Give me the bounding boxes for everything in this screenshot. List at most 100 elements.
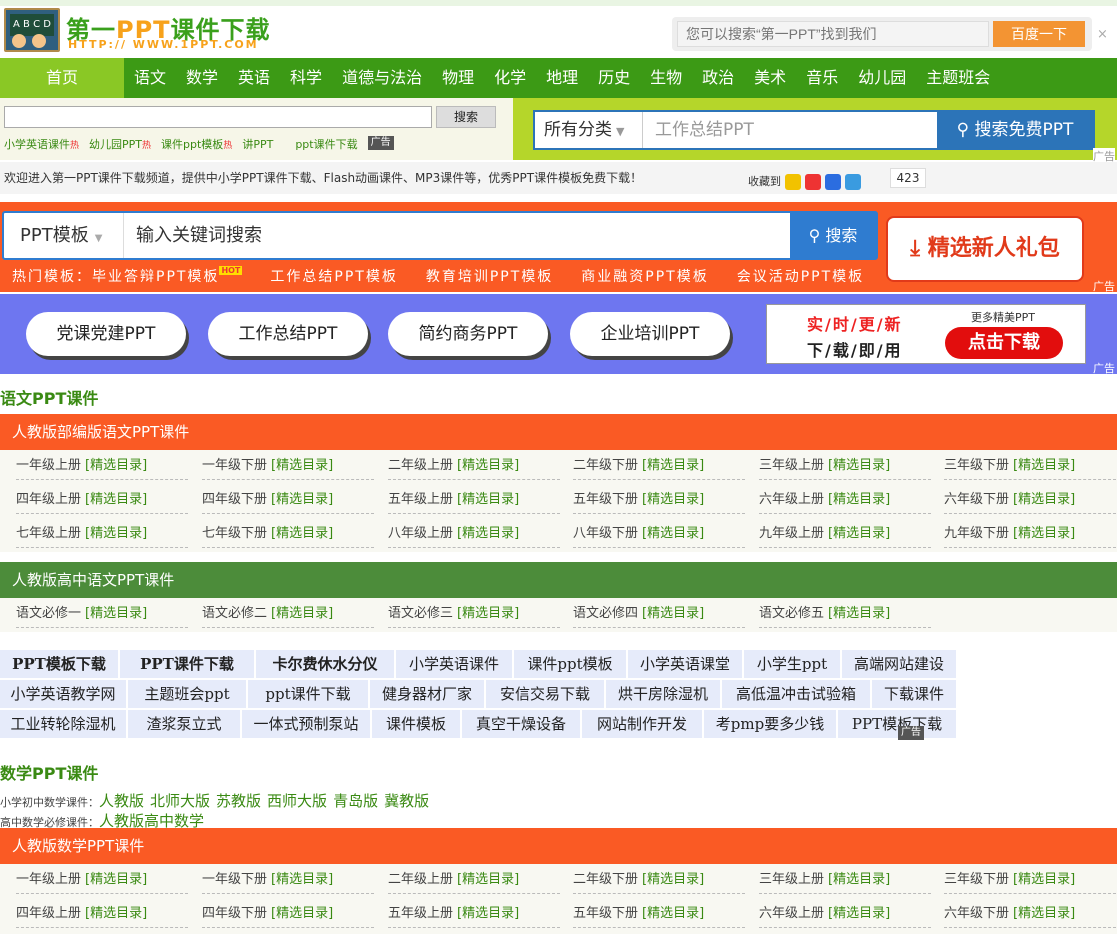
catalog-link[interactable]: [精选目录]: [828, 458, 890, 473]
hot-link[interactable]: 幼儿园PPT热: [89, 136, 151, 152]
newcomer-gift-button[interactable]: ⤓ 精选新人礼包: [886, 216, 1084, 282]
tag-link[interactable]: PPT模板下载: [0, 650, 118, 678]
baidu-icon[interactable]: [825, 174, 841, 190]
baidu-search-button[interactable]: 百度一下: [993, 21, 1085, 47]
grade-link[interactable]: 七年级下册 [精选目录]: [202, 522, 374, 548]
grade-link[interactable]: 六年级上册 [精选目录]: [759, 902, 931, 928]
grade-link[interactable]: 一年级下册 [精选目录]: [202, 868, 374, 894]
nav-item[interactable]: 英语: [228, 58, 280, 98]
catalog-link[interactable]: [精选目录]: [642, 458, 704, 473]
grade-link[interactable]: 八年级下册 [精选目录]: [573, 522, 745, 548]
grade-link[interactable]: 二年级上册 [精选目录]: [388, 868, 560, 894]
tag-link[interactable]: 高低温冲击试验箱: [722, 680, 870, 708]
tag-link[interactable]: 高端网站建设: [842, 650, 956, 678]
nav-home[interactable]: 首页: [0, 58, 124, 98]
edition-link[interactable]: 青岛版: [333, 792, 378, 810]
catalog-link[interactable]: [精选目录]: [642, 872, 704, 887]
grade-link[interactable]: 八年级上册 [精选目录]: [388, 522, 560, 548]
grade-link[interactable]: 二年级下册 [精选目录]: [573, 868, 745, 894]
section-title-math[interactable]: 数学PPT课件: [0, 760, 98, 784]
tag-link[interactable]: 小学英语课件: [396, 650, 512, 678]
ad-label[interactable]: 广告: [367, 136, 394, 150]
pill-button[interactable]: 党课党建PPT: [26, 312, 186, 356]
catalog-link[interactable]: [精选目录]: [271, 492, 333, 507]
grade-link[interactable]: 三年级上册 [精选目录]: [759, 868, 931, 894]
grade-link[interactable]: 语文必修二 [精选目录]: [202, 602, 374, 628]
nav-item[interactable]: 语文: [124, 58, 176, 98]
tag-link[interactable]: 健身器材厂家: [370, 680, 484, 708]
hot-template-link[interactable]: 教育培训PPT模板: [426, 266, 553, 286]
catalog-link[interactable]: [精选目录]: [828, 492, 890, 507]
tag-link[interactable]: 小学英语课堂: [628, 650, 742, 678]
catalog-link[interactable]: [精选目录]: [85, 906, 147, 921]
nav-item[interactable]: 数学: [176, 58, 228, 98]
catalog-link[interactable]: [精选目录]: [271, 458, 333, 473]
grade-link[interactable]: 二年级上册 [精选目录]: [388, 454, 560, 480]
nav-item[interactable]: 政治: [692, 58, 744, 98]
ad-label[interactable]: 广告: [898, 726, 924, 740]
grade-link[interactable]: 语文必修五 [精选目录]: [759, 602, 931, 628]
tag-link[interactable]: PPT模板下载: [838, 710, 956, 738]
catalog-link[interactable]: [精选目录]: [457, 606, 519, 621]
catalog-link[interactable]: [精选目录]: [828, 872, 890, 887]
pill-button[interactable]: 工作总结PPT: [208, 312, 368, 356]
grade-link[interactable]: 九年级下册 [精选目录]: [944, 522, 1116, 548]
tag-link[interactable]: PPT课件下载: [120, 650, 254, 678]
tag-link[interactable]: 小学生ppt: [744, 650, 840, 678]
catalog-link[interactable]: [精选目录]: [457, 492, 519, 507]
catalog-link[interactable]: [精选目录]: [828, 906, 890, 921]
tag-link[interactable]: 安信交易下载: [486, 680, 604, 708]
catalog-link[interactable]: [精选目录]: [1013, 526, 1075, 541]
grade-link[interactable]: 一年级下册 [精选目录]: [202, 454, 374, 480]
grade-link[interactable]: 三年级上册 [精选目录]: [759, 454, 931, 480]
grade-link[interactable]: 五年级上册 [精选目录]: [388, 902, 560, 928]
ad-corner-label[interactable]: 广告: [1093, 278, 1115, 294]
tag-link[interactable]: 小学英语教学网: [0, 680, 126, 708]
grade-link[interactable]: 语文必修三 [精选目录]: [388, 602, 560, 628]
hot-template-link[interactable]: 热门模板：毕业答辩PPT模板 HOT: [12, 266, 243, 286]
section-bar[interactable]: 人教版数学PPT课件: [0, 828, 1117, 864]
hot-template-link[interactable]: 会议活动PPT模板: [737, 266, 864, 286]
catalog-link[interactable]: [精选目录]: [271, 526, 333, 541]
catalog-link[interactable]: [精选目录]: [271, 872, 333, 887]
grade-link[interactable]: 七年级上册 [精选目录]: [16, 522, 188, 548]
tag-link[interactable]: ppt课件下载: [248, 680, 368, 708]
edition-link[interactable]: 人教版: [99, 792, 144, 810]
pill-button[interactable]: 企业培训PPT: [570, 312, 730, 356]
qzone-icon[interactable]: [785, 174, 801, 190]
close-icon[interactable]: ×: [1097, 28, 1111, 42]
grade-link[interactable]: 四年级下册 [精选目录]: [202, 488, 374, 514]
grade-link[interactable]: 三年级下册 [精选目录]: [944, 868, 1116, 894]
catalog-link[interactable]: [精选目录]: [457, 872, 519, 887]
template-search-button[interactable]: ⚲ 搜索: [790, 213, 876, 258]
grade-link[interactable]: 六年级下册 [精选目录]: [944, 488, 1116, 514]
tag-link[interactable]: 一体式预制泵站: [242, 710, 370, 738]
catalog-link[interactable]: [精选目录]: [828, 606, 890, 621]
tag-link[interactable]: 下载课件: [872, 680, 956, 708]
nav-item[interactable]: 化学: [484, 58, 536, 98]
grade-link[interactable]: 九年级上册 [精选目录]: [759, 522, 931, 548]
catalog-link[interactable]: [精选目录]: [1013, 872, 1075, 887]
tag-link[interactable]: 真空干燥设备: [462, 710, 580, 738]
hot-link[interactable]: 讲PPT: [242, 136, 273, 152]
nav-item[interactable]: 音乐: [796, 58, 848, 98]
edition-link[interactable]: 苏教版: [216, 792, 261, 810]
ad-corner-label[interactable]: 广告: [1093, 360, 1115, 376]
tag-link[interactable]: 烘干房除湿机: [606, 680, 720, 708]
catalog-link[interactable]: [精选目录]: [271, 606, 333, 621]
hot-link[interactable]: 课件ppt模板热: [161, 136, 232, 152]
tag-link[interactable]: 渣浆泵立式: [128, 710, 240, 738]
edition-link[interactable]: 北师大版: [150, 792, 210, 810]
section-bar[interactable]: 人教版高中语文PPT课件: [0, 562, 1117, 598]
catalog-link[interactable]: [精选目录]: [1013, 906, 1075, 921]
nav-item[interactable]: 地理: [536, 58, 588, 98]
category-select[interactable]: 所有分类 ▼: [535, 112, 643, 148]
catalog-link[interactable]: [精选目录]: [642, 492, 704, 507]
catalog-link[interactable]: [精选目录]: [271, 906, 333, 921]
grade-link[interactable]: 五年级上册 [精选目录]: [388, 488, 560, 514]
catalog-link[interactable]: [精选目录]: [85, 606, 147, 621]
nav-item[interactable]: 道德与法治: [332, 58, 432, 98]
grade-link[interactable]: 四年级下册 [精选目录]: [202, 902, 374, 928]
grade-link[interactable]: 六年级上册 [精选目录]: [759, 488, 931, 514]
logo-image[interactable]: A B C D: [4, 8, 60, 52]
